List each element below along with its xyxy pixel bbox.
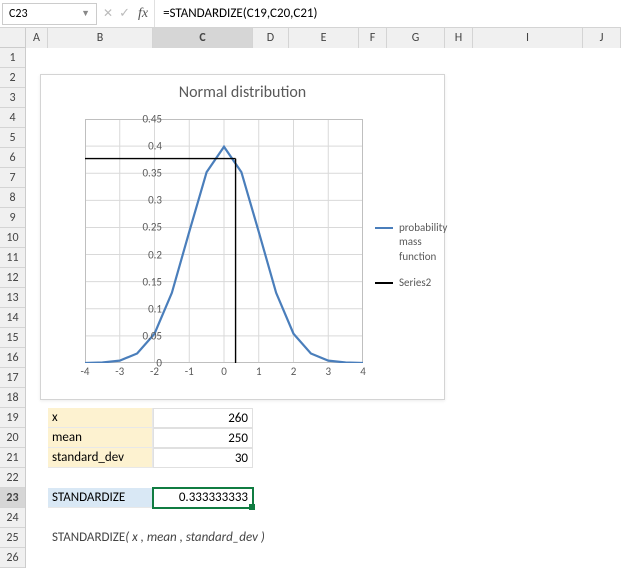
row-header-6[interactable]: 6	[0, 148, 25, 168]
row-header-3[interactable]: 3	[0, 88, 25, 108]
y-tick-label: 0.1	[148, 302, 162, 315]
x-tick-label: -2	[150, 365, 159, 378]
row-header-18[interactable]: 18	[0, 388, 25, 408]
column-header-F[interactable]: F	[359, 28, 387, 48]
row-header-22[interactable]: 22	[0, 468, 25, 488]
x-tick-label: -3	[115, 365, 124, 378]
column-header-B[interactable]: B	[48, 28, 153, 48]
chart[interactable]: Normal distribution probability mass fun…	[40, 74, 445, 400]
x-tick-label: -4	[81, 365, 90, 378]
cell-B20[interactable]: mean	[48, 428, 153, 448]
cell-B21[interactable]: standard_dev	[48, 448, 153, 468]
y-tick-label: 0.25	[142, 221, 162, 234]
row-header-15[interactable]: 15	[0, 328, 25, 348]
cell-B19[interactable]: x	[48, 408, 153, 428]
formula-bar: C23 ▼ ✕ ✓ fx =STANDARDIZE(C19,C20,C21)	[0, 0, 621, 28]
fx-icon[interactable]: fx	[136, 0, 155, 27]
formula-syntax-hint: STANDARDIZE( x , mean , standard_dev )	[52, 530, 265, 545]
row-header-20[interactable]: 20	[0, 428, 25, 448]
row-header-17[interactable]: 17	[0, 368, 25, 388]
column-header-I[interactable]: I	[473, 28, 583, 48]
cell-C23[interactable]: 0.333333333	[153, 488, 253, 508]
cell-B23[interactable]: STANDARDIZE	[48, 488, 153, 508]
x-tick-label: 2	[291, 365, 297, 378]
chart-title: Normal distribution	[41, 83, 444, 102]
row-header-2[interactable]: 2	[0, 68, 25, 88]
y-tick-label: 0.35	[142, 167, 162, 180]
y-tick-label: 0.3	[148, 194, 162, 207]
column-header-E[interactable]: E	[289, 28, 359, 48]
y-tick-label: 0.15	[142, 275, 162, 288]
chart-legend: probability mass function Series2	[375, 221, 447, 302]
x-tick-label: 0	[221, 365, 227, 378]
row-header-12[interactable]: 12	[0, 268, 25, 288]
row-header-8[interactable]: 8	[0, 188, 25, 208]
cell-C19[interactable]: 260	[153, 408, 253, 428]
row-header-21[interactable]: 21	[0, 448, 25, 468]
x-tick-label: 4	[360, 365, 366, 378]
row-header-16[interactable]: 16	[0, 348, 25, 368]
row-header-9[interactable]: 9	[0, 208, 25, 228]
cell-reference: C23	[9, 7, 28, 21]
select-all-corner[interactable]	[0, 28, 26, 48]
row-header-19[interactable]: 19	[0, 408, 25, 428]
chart-plot-area	[85, 119, 363, 363]
column-header-H[interactable]: H	[445, 28, 473, 48]
column-headers: ABCDEFGHIJ	[26, 28, 621, 48]
row-headers: 1234567891011121314151617181920212223242…	[0, 48, 26, 568]
column-header-C[interactable]: C	[153, 28, 253, 48]
column-header-A[interactable]: A	[26, 28, 48, 48]
row-header-11[interactable]: 11	[0, 248, 25, 268]
row-header-5[interactable]: 5	[0, 128, 25, 148]
column-header-D[interactable]: D	[253, 28, 289, 48]
column-header-J[interactable]: J	[583, 28, 621, 48]
row-header-23[interactable]: 23	[0, 488, 25, 508]
row-header-10[interactable]: 10	[0, 228, 25, 248]
check-icon[interactable]: ✓	[119, 6, 130, 21]
y-tick-label: 0.2	[148, 248, 162, 261]
cell-C20[interactable]: 250	[153, 428, 253, 448]
x-tick-label: -1	[185, 365, 194, 378]
chevron-down-icon[interactable]: ▼	[81, 8, 90, 19]
y-tick-label: 0.45	[142, 113, 162, 126]
x-tick-label: 3	[325, 365, 331, 378]
formula-input[interactable]: =STANDARDIZE(C19,C20,C21)	[155, 0, 621, 27]
row-header-13[interactable]: 13	[0, 288, 25, 308]
row-header-1[interactable]: 1	[0, 48, 25, 68]
row-header-7[interactable]: 7	[0, 168, 25, 188]
row-header-4[interactable]: 4	[0, 108, 25, 128]
formula-bar-buttons: ✕ ✓	[97, 6, 136, 21]
cancel-icon[interactable]: ✕	[103, 6, 113, 21]
row-header-24[interactable]: 24	[0, 508, 25, 528]
row-header-14[interactable]: 14	[0, 308, 25, 328]
legend-item: Series2	[375, 276, 447, 290]
name-box[interactable]: C23 ▼	[2, 3, 97, 25]
cell-C21[interactable]: 30	[153, 448, 253, 468]
y-tick-label: 0.4	[148, 140, 162, 153]
legend-item: probability mass function	[375, 221, 447, 264]
row-header-26[interactable]: 26	[0, 548, 25, 568]
column-header-G[interactable]: G	[387, 28, 445, 48]
row-header-25[interactable]: 25	[0, 528, 25, 548]
y-tick-label: 0.05	[142, 329, 162, 342]
x-tick-label: 1	[256, 365, 262, 378]
